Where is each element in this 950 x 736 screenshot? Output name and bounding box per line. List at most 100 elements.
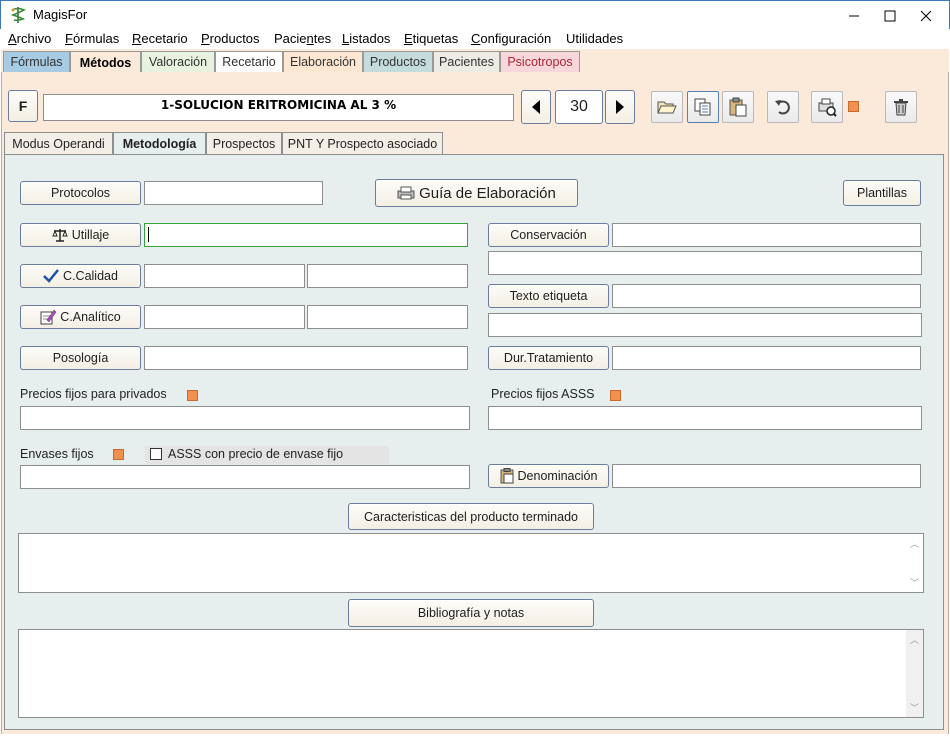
conservacion-button[interactable]: Conservación [488,223,609,247]
menu-formulas[interactable]: Fórmulas [65,31,119,46]
envases-fijos-label: Envases fijos [20,447,94,461]
open-folder-button[interactable] [651,91,683,123]
utillaje-label: Utillaje [71,228,110,242]
menu-recetario[interactable]: Recetario [132,31,188,46]
scroll-down-icon[interactable]: ﹀ [910,576,919,589]
precios-privados-indicator[interactable] [187,390,198,401]
paste-button[interactable] [722,91,754,123]
asss-envase-label: ASSS con precio de envase fijo [168,447,344,461]
menu-bar: Archivo Fórmulas Recetario Productos Pac… [1,29,949,49]
tab-pacientes[interactable]: Pacientes [433,51,500,72]
title-bar: MagisFor [0,0,950,29]
utillaje-field[interactable] [144,223,468,247]
dur-tratamiento-field[interactable] [612,346,921,370]
texto-etiqueta-field[interactable] [612,284,921,308]
app-logo-icon [9,6,27,24]
tab-psicotropos[interactable]: Psicotropos [500,51,580,72]
calidad-field-2[interactable] [307,264,468,288]
scroll-up-icon[interactable]: ︿ [910,537,919,550]
printer-icon [397,186,415,200]
control-calidad-button[interactable]: C.Calidad [20,264,141,288]
scroll-down-icon[interactable]: ﹀ [910,701,919,714]
denominacion-button[interactable]: Denominación [488,464,609,488]
undo-icon [775,100,790,115]
protocolos-field[interactable] [144,181,323,205]
status-indicator [848,101,859,112]
analitico-field-2[interactable] [307,305,468,329]
window-title: MagisFor [33,7,88,22]
copy-button[interactable] [687,91,719,123]
precios-privados-label: Precios fijos para privados [20,387,167,401]
paste-icon [729,97,747,117]
next-record-button[interactable] [605,90,635,124]
tab-elaboracion[interactable]: Elaboración [283,51,363,72]
print-preview-button[interactable] [811,91,843,123]
denominacion-label: Denominación [517,469,598,483]
subtab-metodologia[interactable]: Metodología [113,132,206,155]
envases-fijos-field[interactable] [20,465,470,489]
clipboard-icon [500,468,514,484]
main-tab-bar: Fórmulas Métodos Valoración Recetario El… [1,49,949,74]
previous-record-button[interactable] [521,90,551,124]
envases-fijos-indicator[interactable] [113,449,124,460]
menu-configuracion[interactable]: Configuración [471,31,551,46]
triangle-right-icon [616,100,624,114]
precios-asss-label: Precios fijos ASSS [491,387,595,401]
utillaje-button[interactable]: Utillaje [20,223,141,247]
tab-valoracion[interactable]: Valoración [141,51,215,72]
bibliografia-textarea[interactable]: ︿ ﹀ [18,629,924,718]
precios-asss-indicator[interactable] [610,390,621,401]
control-calidad-label: C.Calidad [63,269,118,283]
text-cursor [148,227,149,242]
calidad-field-1[interactable] [144,264,305,288]
menu-utilidades[interactable]: Utilidades [566,31,623,46]
dur-tratamiento-button[interactable]: Dur.Tratamiento [488,346,609,370]
pencil-notepad-icon [40,309,57,325]
menu-productos[interactable]: Productos [201,31,260,46]
close-button[interactable] [903,1,949,30]
menu-pacientes[interactable]: Pacientes [274,31,331,46]
tab-formulas[interactable]: Fórmulas [3,51,70,72]
analitico-field-1[interactable] [144,305,305,329]
trash-icon [894,99,908,116]
scales-icon [51,229,68,242]
conservacion-field[interactable] [612,223,921,247]
print-preview-icon [818,98,837,117]
posologia-field[interactable] [144,346,468,370]
texto-etiqueta-extra-field[interactable] [488,313,922,337]
caracteristicas-textarea[interactable]: ︿ ﹀ [18,533,924,593]
scroll-up-icon[interactable]: ︿ [910,633,919,646]
plantillas-button[interactable]: Plantillas [843,180,921,206]
open-folder-icon [657,101,677,114]
tab-metodos[interactable]: Métodos [70,51,141,74]
subtab-prospectos[interactable]: Prospectos [206,132,282,154]
caracteristicas-button[interactable]: Caracteristicas del producto terminado [348,503,594,530]
menu-etiquetas[interactable]: Etiquetas [404,31,458,46]
denominacion-field[interactable] [612,464,921,488]
protocolos-button[interactable]: Protocolos [20,181,141,205]
tab-productos[interactable]: Productos [363,51,433,72]
posologia-button[interactable]: Posología [20,346,141,370]
triangle-left-icon [532,100,540,114]
delete-button[interactable] [885,91,917,123]
menu-archivo[interactable]: Archivo [8,31,51,46]
f-button[interactable]: F [8,90,38,122]
texto-etiqueta-button[interactable]: Texto etiqueta [488,284,609,308]
bibliografia-button[interactable]: Bibliografía y notas [348,599,594,627]
control-analitico-label: C.Analítico [60,310,121,324]
asss-envase-checkbox[interactable] [150,448,162,460]
menu-listados[interactable]: Listados [342,31,390,46]
tab-recetario[interactable]: Recetario [215,51,283,72]
subtab-modus-operandi[interactable]: Modus Operandi [4,132,113,154]
guia-elaboracion-button[interactable]: Guía de Elaboración [375,179,578,207]
guia-elaboracion-label: Guía de Elaboración [419,184,556,202]
subtab-pnt-prospecto[interactable]: PNT Y Prospecto asociado [282,132,443,154]
copy-icon [694,98,711,116]
undo-button[interactable] [767,91,799,123]
record-counter[interactable]: 30 [555,90,603,124]
precios-asss-field[interactable] [488,406,922,430]
control-analitico-button[interactable]: C.Analítico [20,305,141,329]
record-title-field[interactable]: 1-SOLUCION ERITROMICINA AL 3 % [43,94,514,121]
precios-privados-field[interactable] [20,406,470,430]
conservacion-extra-field[interactable] [488,251,922,275]
